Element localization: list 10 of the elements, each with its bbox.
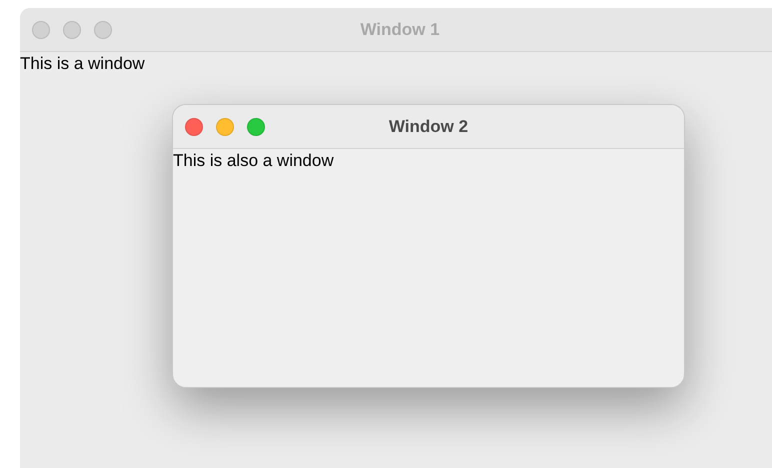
window-text: This is a window [20, 53, 145, 75]
close-button[interactable] [185, 118, 203, 136]
minimize-button[interactable] [63, 20, 81, 38]
zoom-button[interactable] [94, 20, 112, 38]
close-button[interactable] [32, 20, 50, 38]
window-title: Window 1 [360, 18, 440, 41]
window-text: This is also a window [173, 150, 334, 172]
minimize-button[interactable] [216, 118, 234, 136]
zoom-button[interactable] [247, 118, 265, 136]
window-title: Window 2 [388, 116, 468, 138]
